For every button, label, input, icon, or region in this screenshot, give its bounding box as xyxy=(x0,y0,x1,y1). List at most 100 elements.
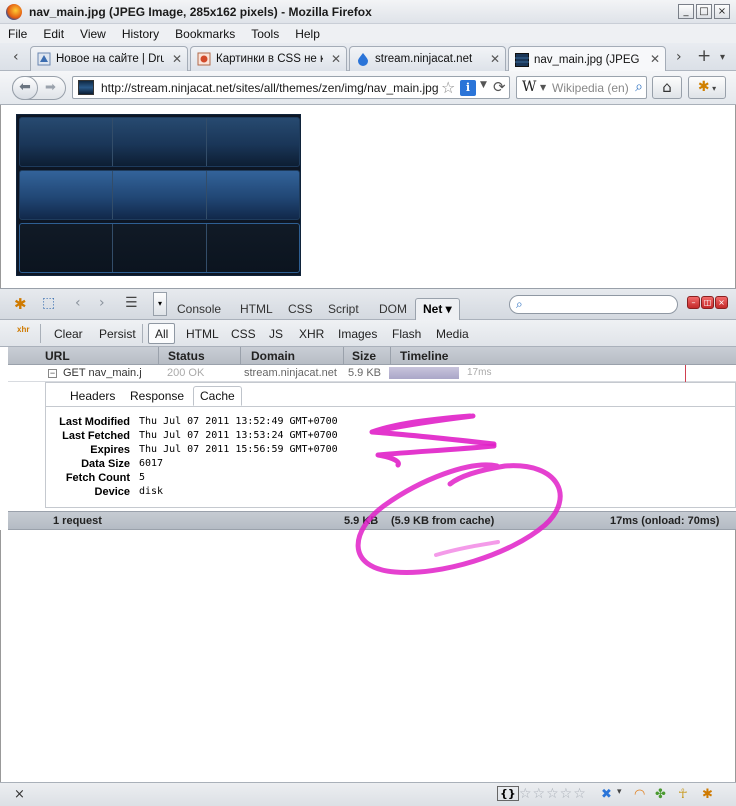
menu-edit[interactable]: Edit xyxy=(43,27,64,41)
filter-all[interactable]: All xyxy=(148,323,176,344)
close-window-button[interactable]: × xyxy=(714,4,730,19)
tab-2[interactable]: Картинки в CSS не к... ✕ xyxy=(190,46,347,71)
collapse-icon[interactable]: − xyxy=(48,369,57,378)
filter-media[interactable]: Media xyxy=(436,327,469,341)
col-status[interactable]: Status xyxy=(168,349,205,363)
tab-console[interactable]: Console xyxy=(177,302,221,316)
search-input[interactable]: Wikipedia (en) xyxy=(552,81,629,95)
search-bar[interactable]: W ▼ Wikipedia (en) ⌕ xyxy=(516,76,647,99)
tab-css[interactable]: CSS xyxy=(288,302,313,316)
rating-stars-icon[interactable]: ☆☆☆☆☆ xyxy=(519,786,587,802)
tab-4-label: nav_main.jpg (JPEG I... xyxy=(534,53,642,66)
request-detail-panel: Headers Response Cache Last Modified Thu… xyxy=(45,382,736,508)
menu-file[interactable]: File xyxy=(8,27,27,41)
filter-flash[interactable]: Flash xyxy=(392,327,421,341)
back-history-icon[interactable]: ‹ xyxy=(75,295,81,311)
puzzle-addon-icon[interactable]: ✤ xyxy=(655,787,666,802)
site-info-icon[interactable]: i xyxy=(460,80,476,96)
tab-3-label: stream.ninjacat.net xyxy=(375,53,473,65)
addon-dropdown-icon[interactable]: ▾ xyxy=(617,787,622,797)
image-row-2 xyxy=(19,170,300,220)
detail-tab-headers[interactable]: Headers xyxy=(70,389,115,403)
bookmark-star-icon[interactable]: ☆ xyxy=(441,78,455,97)
inspect-element-icon[interactable]: ⬚ xyxy=(42,295,55,311)
clear-button[interactable]: Clear xyxy=(54,327,83,341)
menu-history[interactable]: History xyxy=(122,27,159,41)
menu-tools[interactable]: Tools xyxy=(251,27,279,41)
search-engine-dropdown-icon[interactable]: ▼ xyxy=(540,83,546,92)
firebug-search-input[interactable]: ⌕ xyxy=(509,295,678,314)
tab-2-close-icon[interactable]: ✕ xyxy=(331,52,341,66)
rainbow-addon-icon[interactable]: ◠ xyxy=(634,787,645,802)
tab-1-close-icon[interactable]: ✕ xyxy=(172,52,182,66)
tab-html[interactable]: HTML xyxy=(240,302,273,316)
col-domain[interactable]: Domain xyxy=(251,349,295,363)
xhr-label: xhr xyxy=(17,325,30,334)
home-button[interactable]: ⌂ xyxy=(652,76,682,99)
tab-4-active[interactable]: nav_main.jpg (JPEG I... ✕ xyxy=(508,46,666,72)
cache-row-device: Device disk xyxy=(46,486,736,500)
detail-tab-cache[interactable]: Cache xyxy=(193,386,242,406)
panel-menu-icon[interactable]: ☰ xyxy=(125,295,138,311)
minimize-button[interactable]: _ xyxy=(678,4,694,19)
tab-scroll-left-icon[interactable]: ‹ xyxy=(13,49,19,65)
close-addon-bar-icon[interactable]: × xyxy=(14,787,25,802)
col-size[interactable]: Size xyxy=(352,349,376,363)
json-braces-icon[interactable]: {} xyxy=(497,786,519,801)
new-tab-icon[interactable]: + xyxy=(697,46,711,66)
maximize-button[interactable]: □ xyxy=(696,4,712,19)
forward-history-icon[interactable]: › xyxy=(99,295,105,311)
summary-timing: 17ms (onload: 70ms) xyxy=(610,515,720,527)
menu-help[interactable]: Help xyxy=(295,27,320,41)
firebug-minimize-button[interactable]: – xyxy=(687,296,700,309)
tool-addon-icon[interactable]: ✖ xyxy=(601,787,612,802)
tab-4-close-icon[interactable]: ✕ xyxy=(650,52,660,66)
tab-3-close-icon[interactable]: ✕ xyxy=(490,52,500,66)
forward-button[interactable]: ➡ xyxy=(45,80,56,95)
tab-scroll-right-icon[interactable]: › xyxy=(676,49,682,65)
col-url[interactable]: URL xyxy=(45,349,70,363)
tab-list-icon[interactable]: ▾ xyxy=(720,52,725,63)
drupal-favicon-icon xyxy=(37,52,51,66)
back-button[interactable]: ⬅ xyxy=(12,76,38,100)
cache-value: disk xyxy=(139,486,164,497)
net-summary-row: 1 request 5.9 KB (5.9 KB from cache) 17m… xyxy=(8,511,736,530)
xhr-breakpoint-icon[interactable]: xhr xyxy=(17,325,29,334)
panel-dropdown-button[interactable]: ▾ xyxy=(153,292,167,316)
reload-icon[interactable]: ⟳ xyxy=(493,78,506,96)
tab-script[interactable]: Script xyxy=(328,302,359,316)
net-request-row[interactable]: − GET nav_main.j 200 OK stream.ninjacat.… xyxy=(8,365,736,382)
firebug-menu-icon[interactable]: ✱ xyxy=(14,295,27,313)
tab-dom[interactable]: DOM xyxy=(379,302,407,316)
filter-html[interactable]: HTML xyxy=(186,327,219,341)
tab-net[interactable]: Net ▾ xyxy=(415,298,460,320)
url-bar[interactable]: http://stream.ninjacat.net/sites/all/the… xyxy=(72,76,510,99)
filter-css[interactable]: CSS xyxy=(231,327,256,341)
ankh-addon-icon[interactable]: ☥ xyxy=(678,787,688,802)
col-timeline[interactable]: Timeline xyxy=(400,349,448,363)
tab-1[interactable]: Новое на сайте | Dru... ✕ xyxy=(30,46,188,71)
request-url[interactable]: GET nav_main.j xyxy=(63,367,142,379)
firebug-dropdown-icon: ▾ xyxy=(709,84,717,93)
url-history-dropdown-icon[interactable]: ▼ xyxy=(480,80,487,90)
menu-view[interactable]: View xyxy=(80,27,106,41)
nav-main-image xyxy=(16,114,301,276)
tab-3[interactable]: stream.ninjacat.net ✕ xyxy=(349,46,506,71)
filter-js[interactable]: JS xyxy=(269,327,283,341)
firebug-toolbar-button[interactable]: ✱ ▾ xyxy=(688,76,726,99)
filter-xhr[interactable]: XHR xyxy=(299,327,324,341)
cache-key: Fetch Count xyxy=(65,472,130,484)
persist-button[interactable]: Persist xyxy=(99,327,136,341)
cache-key: Last Fetched xyxy=(62,430,130,442)
firebug-status-icon[interactable]: ✱ xyxy=(702,787,713,802)
detail-tab-response[interactable]: Response xyxy=(130,389,184,403)
drupal-drop-icon xyxy=(358,53,368,66)
url-text[interactable]: http://stream.ninjacat.net/sites/all/the… xyxy=(101,81,439,95)
image-row-3 xyxy=(19,223,300,273)
filter-images[interactable]: Images xyxy=(338,327,377,341)
firebug-detach-button[interactable]: ◫ xyxy=(701,296,714,309)
menu-bookmarks[interactable]: Bookmarks xyxy=(175,27,235,41)
search-magnifier-icon[interactable]: ⌕ xyxy=(635,79,643,95)
wikipedia-icon[interactable]: W xyxy=(522,79,536,95)
firebug-close-button[interactable]: × xyxy=(715,296,728,309)
